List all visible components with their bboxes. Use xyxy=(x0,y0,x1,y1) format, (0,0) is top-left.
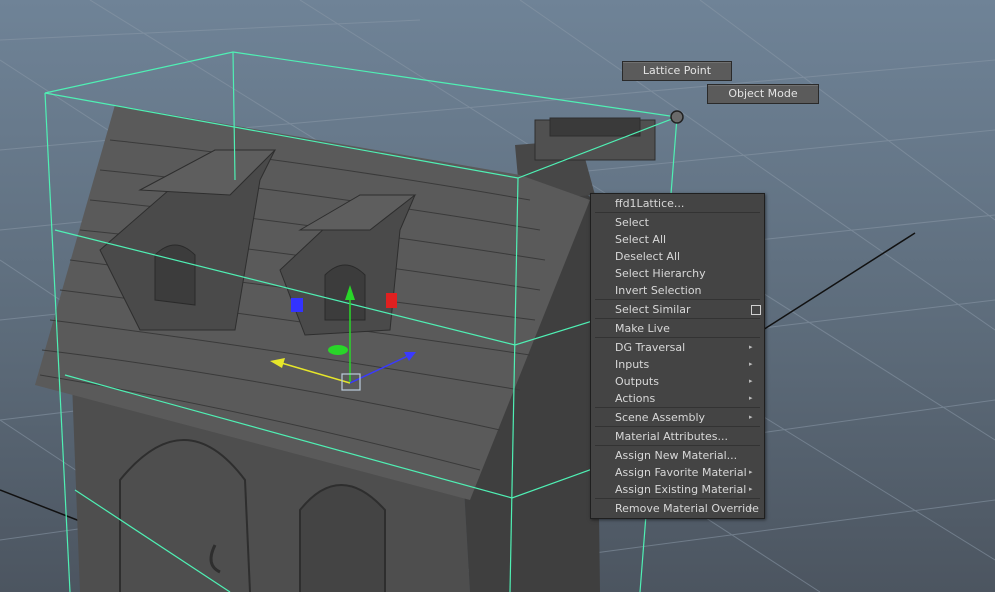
submenu-arrow-icon: ▸ xyxy=(749,394,753,402)
3d-viewport[interactable]: Lattice Point Object Mode ffd1Lattice...… xyxy=(0,0,995,592)
submenu-arrow-icon: ▸ xyxy=(749,468,753,476)
menu-item-label: Assign Favorite Material xyxy=(615,466,747,479)
menu-separator xyxy=(595,337,760,338)
menu-item-label: Make Live xyxy=(615,322,670,335)
lattice-point-button[interactable]: Lattice Point xyxy=(622,61,732,81)
menu-item-deselect-all[interactable]: Deselect All xyxy=(591,248,764,265)
submenu-arrow-icon: ▸ xyxy=(749,377,753,385)
menu-separator xyxy=(595,318,760,319)
menu-item-remove-material-override[interactable]: Remove Material Override ▸ xyxy=(591,500,764,517)
menu-separator xyxy=(595,426,760,427)
menu-separator xyxy=(595,445,760,446)
menu-item-assign-new-material[interactable]: Assign New Material... xyxy=(591,447,764,464)
menu-item-label: Deselect All xyxy=(615,250,681,263)
menu-separator xyxy=(595,407,760,408)
menu-item-label: Select Similar xyxy=(615,303,691,316)
menu-item-inputs[interactable]: Inputs ▸ xyxy=(591,356,764,373)
menu-item-label: Select All xyxy=(615,233,667,246)
menu-item-label: Material Attributes... xyxy=(615,430,728,443)
submenu-arrow-icon: ▸ xyxy=(749,504,753,512)
menu-item-label: Invert Selection xyxy=(615,284,702,297)
menu-item-label: Select xyxy=(615,216,649,229)
menu-item-label: Assign New Material... xyxy=(615,449,738,462)
menu-item-label: Assign Existing Material xyxy=(615,483,747,496)
menu-item-label: ffd1Lattice... xyxy=(615,197,685,210)
menu-item-label: Inputs xyxy=(615,358,650,371)
menu-item-label: Scene Assembly xyxy=(615,411,706,424)
menu-item-label: Actions xyxy=(615,392,656,405)
menu-item-label: Select Hierarchy xyxy=(615,267,706,280)
menu-separator xyxy=(595,299,760,300)
menu-item-outputs[interactable]: Outputs ▸ xyxy=(591,373,764,390)
menu-item-invert-selection[interactable]: Invert Selection xyxy=(591,282,764,299)
submenu-arrow-icon: ▸ xyxy=(749,485,753,493)
menu-item-label: Outputs xyxy=(615,375,659,388)
menu-item-material-attributes[interactable]: Material Attributes... xyxy=(591,428,764,445)
submenu-arrow-icon: ▸ xyxy=(749,343,753,351)
menu-item-label: DG Traversal xyxy=(615,341,686,354)
menu-item-actions[interactable]: Actions ▸ xyxy=(591,390,764,407)
menu-separator xyxy=(595,212,760,213)
lattice-point-handle[interactable] xyxy=(670,110,684,124)
scene-canvas[interactable] xyxy=(0,0,995,592)
menu-item-select-all[interactable]: Select All xyxy=(591,231,764,248)
menu-item-dg-traversal[interactable]: DG Traversal ▸ xyxy=(591,339,764,356)
menu-item-make-live[interactable]: Make Live xyxy=(591,320,764,337)
menu-item-select-hierarchy[interactable]: Select Hierarchy xyxy=(591,265,764,282)
menu-item-assign-existing-material[interactable]: Assign Existing Material ▸ xyxy=(591,481,764,498)
menu-item-assign-favorite-material[interactable]: Assign Favorite Material ▸ xyxy=(591,464,764,481)
submenu-arrow-icon: ▸ xyxy=(749,360,753,368)
menu-item-label: Remove Material Override xyxy=(615,502,759,515)
object-mode-button[interactable]: Object Mode xyxy=(707,84,819,104)
menu-item-scene-assembly[interactable]: Scene Assembly ▸ xyxy=(591,409,764,426)
menu-item-select[interactable]: Select xyxy=(591,214,764,231)
menu-item-ffd1lattice[interactable]: ffd1Lattice... xyxy=(591,195,764,212)
context-menu: ffd1Lattice... Select Select All Deselec… xyxy=(590,193,765,519)
menu-item-select-similar[interactable]: Select Similar xyxy=(591,301,764,318)
submenu-arrow-icon: ▸ xyxy=(749,413,753,421)
menu-separator xyxy=(595,498,760,499)
option-box-icon[interactable] xyxy=(751,305,761,315)
